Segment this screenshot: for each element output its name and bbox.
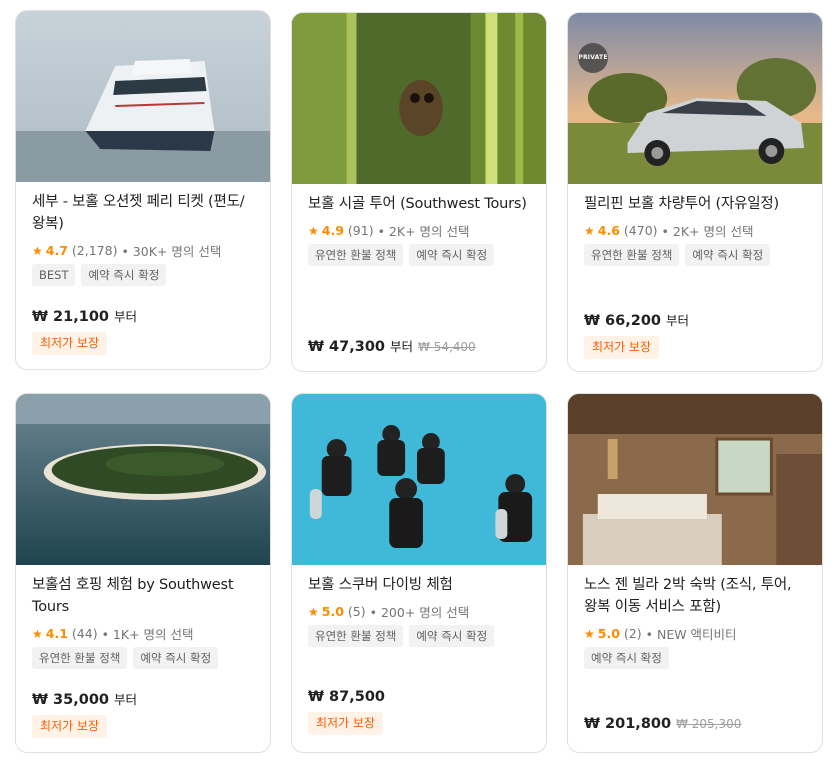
original-price: ₩ 54,400	[418, 340, 476, 354]
review-count: (44)	[71, 626, 98, 641]
star-icon: ★	[584, 223, 595, 238]
tag: 예약 즉시 확정	[409, 625, 495, 647]
star-icon: ★	[32, 626, 43, 641]
tag: 예약 즉시 확정	[133, 647, 219, 669]
rating-row: ★ 4.7 (2,178) • 30K+ 명의 선택	[32, 241, 256, 260]
tag: 예약 즉시 확정	[584, 647, 669, 669]
tag-list: 유연한 환불 정책 예약 즉시 확정	[308, 625, 532, 647]
lowest-price-badge: 최저가 보장	[32, 332, 108, 355]
price-block: ₩ 201,800 ₩ 205,300	[584, 716, 808, 732]
price-suffix: 부터	[390, 339, 414, 354]
booking-count: • 200+ 명의 선택	[369, 605, 470, 620]
price-suffix: 부터	[114, 309, 138, 324]
review-count: (5)	[347, 604, 366, 619]
rating-row: ★ 5.0 (2) • NEW 액티비티	[584, 624, 808, 643]
review-count: (470)	[623, 223, 658, 238]
activity-card[interactable]: 세부 - 보홀 오션젯 페리 티켓 (편도/왕복) ★ 4.7 (2,178) …	[15, 10, 271, 370]
tag-list: 유연한 환불 정책 예약 즉시 확정	[32, 647, 256, 669]
private-badge: PRIVATE	[578, 43, 608, 73]
price: ₩ 87,500	[308, 689, 385, 705]
tag-list: BEST 예약 즉시 확정	[32, 264, 256, 286]
tag-list: 유연한 환불 정책 예약 즉시 확정	[584, 244, 808, 266]
rating-score: 4.7	[45, 243, 68, 258]
rating-score: 4.6	[597, 223, 620, 238]
booking-count: • 1K+ 명의 선택	[101, 627, 194, 642]
review-count: (91)	[347, 223, 374, 238]
rating-row: ★ 5.0 (5) • 200+ 명의 선택	[308, 602, 532, 621]
card-image-scuba	[292, 394, 546, 565]
card-image-ferry	[16, 11, 270, 182]
rating-row: ★ 4.6 (470) • 2K+ 명의 선택	[584, 221, 808, 240]
card-title[interactable]: 보홀 스쿠버 다이빙 체험	[308, 574, 532, 596]
tag: 유연한 환불 정책	[32, 647, 128, 669]
lowest-price-badge: 최저가 보장	[32, 715, 108, 738]
card-image-villa	[568, 394, 822, 565]
price: ₩ 35,000	[32, 692, 109, 708]
booking-count: • 2K+ 명의 선택	[377, 224, 470, 239]
booking-count: • NEW 액티비티	[645, 627, 737, 642]
tag: 유연한 환불 정책	[308, 625, 404, 647]
tag: 유연한 환불 정책	[584, 244, 680, 266]
rating-score: 4.1	[45, 626, 68, 641]
price: ₩ 66,200	[584, 313, 661, 329]
price-block: ₩ 66,200 부터 최저가 보장	[584, 310, 808, 359]
card-title[interactable]: 보홀섬 호핑 체험 by Southwest Tours	[32, 574, 256, 618]
price-block: ₩ 35,000 부터 최저가 보장	[32, 689, 256, 738]
star-icon: ★	[584, 626, 595, 641]
tag: 유연한 환불 정책	[308, 244, 404, 266]
tag-list: 유연한 환불 정책 예약 즉시 확정	[308, 244, 532, 266]
review-count: (2)	[623, 626, 642, 641]
card-title[interactable]: 노스 젠 빌라 2박 숙박 (조식, 투어, 왕복 이동 서비스 포함)	[584, 574, 808, 618]
lowest-price-badge: 최저가 보장	[308, 712, 384, 735]
activity-card[interactable]: 노스 젠 빌라 2박 숙박 (조식, 투어, 왕복 이동 서비스 포함) ★ 5…	[567, 393, 823, 753]
price-suffix: 부터	[114, 692, 138, 707]
price: ₩ 21,100	[32, 309, 109, 325]
tag: 예약 즉시 확정	[685, 244, 771, 266]
tag: 예약 즉시 확정	[409, 244, 495, 266]
rating-row: ★ 4.9 (91) • 2K+ 명의 선택	[308, 221, 532, 240]
rating-row: ★ 4.1 (44) • 1K+ 명의 선택	[32, 624, 256, 643]
price-block: ₩ 87,500 최저가 보장	[308, 689, 532, 735]
booking-count: • 2K+ 명의 선택	[661, 224, 754, 239]
card-image-tarsier	[292, 13, 546, 184]
activity-card[interactable]: PRIVATE 필리핀 보홀 차량투어 (자유일정) ★ 4.6 (470) •…	[567, 12, 823, 372]
card-title[interactable]: 필리핀 보홀 차량투어 (자유일정)	[584, 193, 808, 215]
tag-list: 예약 즉시 확정	[584, 647, 808, 669]
lowest-price-badge: 최저가 보장	[584, 336, 660, 359]
tag: BEST	[32, 264, 76, 286]
card-image-island	[16, 394, 270, 565]
card-title[interactable]: 세부 - 보홀 오션젯 페리 티켓 (편도/왕복)	[32, 191, 256, 235]
rating-score: 5.0	[321, 604, 344, 619]
activity-card[interactable]: 보홀섬 호핑 체험 by Southwest Tours ★ 4.1 (44) …	[15, 393, 271, 753]
price-suffix: 부터	[666, 313, 690, 328]
review-count: (2,178)	[71, 243, 118, 258]
rating-score: 4.9	[321, 223, 344, 238]
price: ₩ 47,300	[308, 339, 385, 355]
price-block: ₩ 47,300 부터 ₩ 54,400	[308, 336, 532, 355]
card-image-car: PRIVATE	[568, 13, 822, 184]
price-block: ₩ 21,100 부터 최저가 보장	[32, 306, 256, 355]
price: ₩ 201,800	[584, 716, 672, 732]
star-icon: ★	[32, 243, 43, 258]
card-title[interactable]: 보홀 시골 투어 (Southwest Tours)	[308, 193, 532, 215]
rating-score: 5.0	[597, 626, 620, 641]
tag: 예약 즉시 확정	[81, 264, 167, 286]
activity-card[interactable]: 보홀 시골 투어 (Southwest Tours) ★ 4.9 (91) • …	[291, 12, 547, 372]
activity-card[interactable]: 보홀 스쿠버 다이빙 체험 ★ 5.0 (5) • 200+ 명의 선택 유연한…	[291, 393, 547, 753]
original-price: ₩ 205,300	[676, 717, 742, 731]
star-icon: ★	[308, 223, 319, 238]
star-icon: ★	[308, 604, 319, 619]
booking-count: • 30K+ 명의 선택	[121, 244, 222, 259]
